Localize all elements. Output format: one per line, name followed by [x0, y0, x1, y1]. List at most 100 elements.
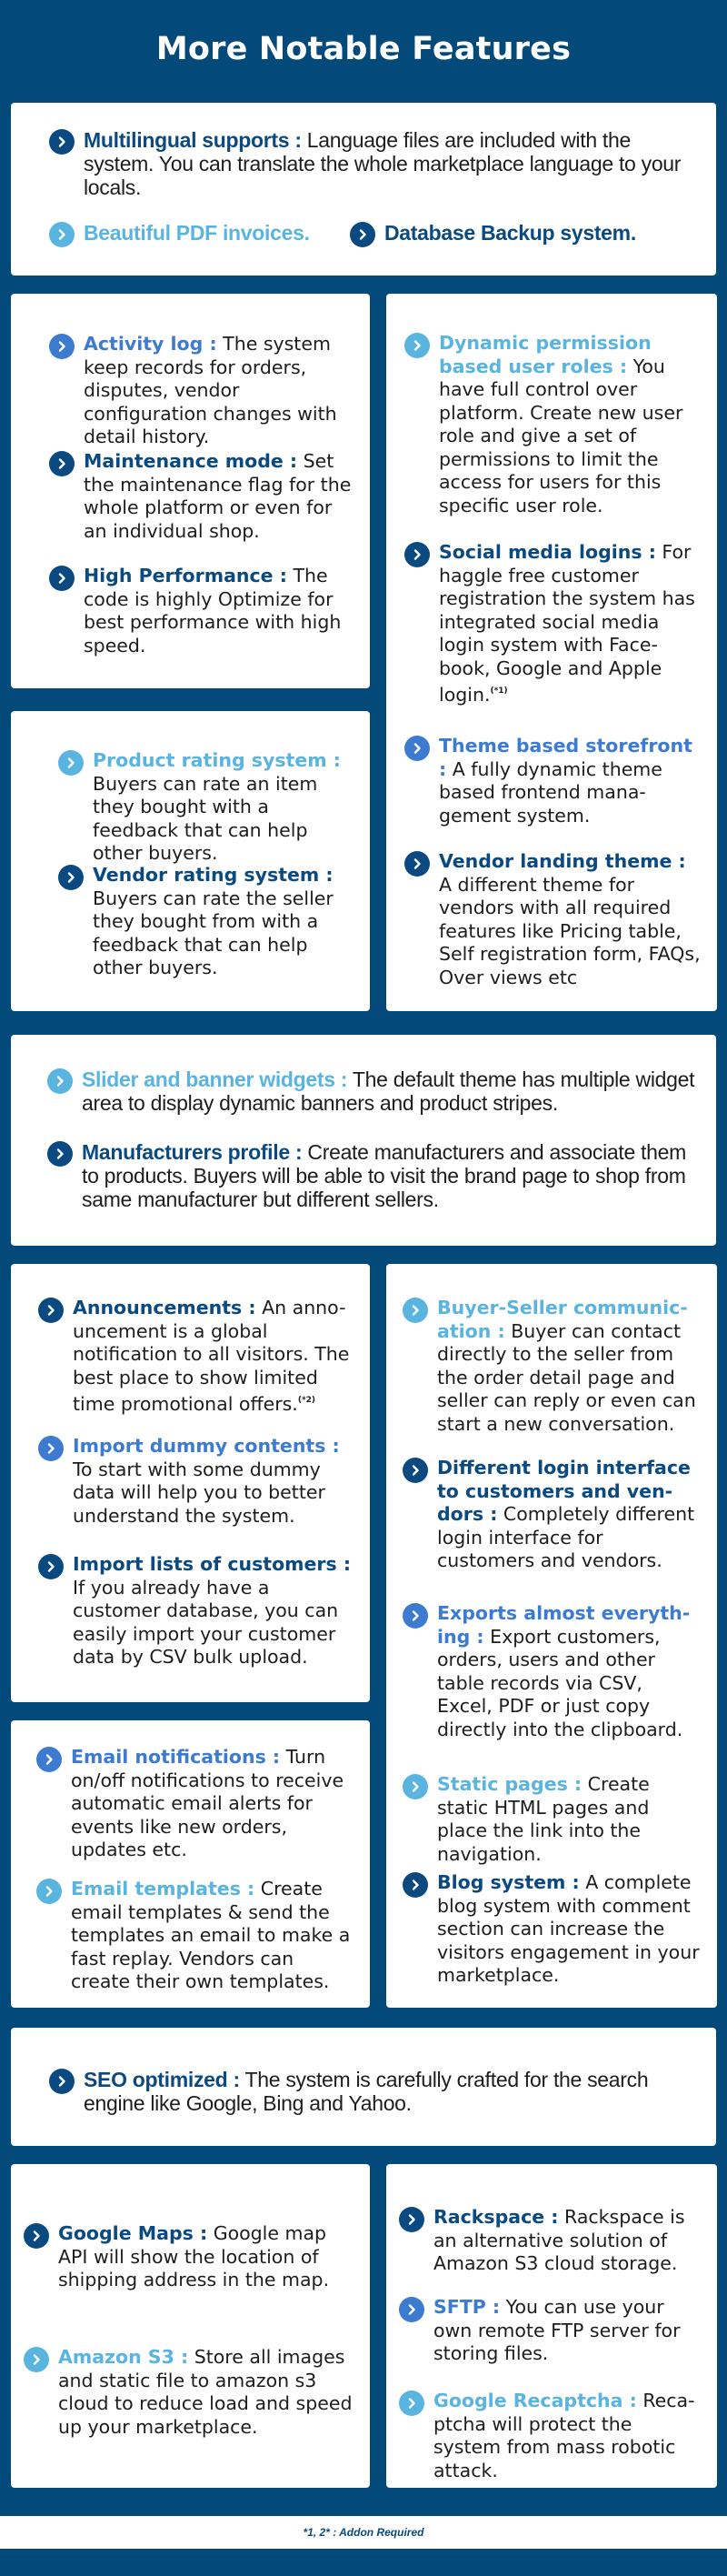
feature-heading: Static pages : [437, 1773, 583, 1795]
feature-heading: Blog system : [437, 1871, 580, 1893]
feature-heading: SFTP : [433, 2296, 501, 2318]
card-storage: Google Maps : Google map API will show t… [11, 2164, 370, 2488]
feature-heading: Database Backup system. [384, 221, 636, 245]
feature-text: Buyers can rate the seller they bought f… [93, 887, 334, 979]
feature-heading: Import dummy contents : [73, 1435, 340, 1457]
feature-heading: Google Maps : [58, 2222, 208, 2244]
chevron-right-circle-icon [47, 1068, 73, 1094]
feature-item: Import lists of customers : If you alrea… [38, 1553, 354, 1669]
feature-item: Import dummy contents : To start with so… [38, 1435, 354, 1528]
addon-note: *1, 2* : Addon Required [303, 2526, 424, 2539]
footer-note-bar: *1, 2* : Addon Required [0, 2516, 727, 2549]
feature-item: Product rating system : Buyers can rate … [58, 749, 354, 866]
feature-heading: High Performance : [84, 565, 287, 586]
feature-item: Maintenance mode : Set the maintenance f… [49, 450, 354, 543]
card-cloud: Rackspace : Rackspace is an alternative … [386, 2164, 717, 2488]
chevron-right-circle-icon [38, 1436, 64, 1461]
feature-item: Rackspace : Rackspace is an alternative … [399, 2206, 701, 2276]
chevron-right-circle-icon [24, 2223, 49, 2249]
feature-text: Buyers can rate an item they bought with… [93, 772, 318, 865]
chevron-right-circle-icon [36, 1879, 62, 1904]
feature-item: Email notifications : Turn on/off notifi… [36, 1746, 354, 1862]
feature-item: Buyer-Seller communic-ation : Buyer can … [403, 1297, 701, 1436]
chevron-right-circle-icon [49, 451, 75, 476]
card-email: Email notifications : Turn on/off notifi… [11, 1720, 370, 2008]
chevron-right-circle-icon [49, 334, 75, 359]
feature-heading: Email templates : [71, 1878, 255, 1899]
chevron-right-circle-icon [399, 2297, 424, 2322]
feature-item: SEO optimized : The system is carefully … [49, 2068, 700, 2115]
chevron-right-circle-icon [404, 542, 430, 567]
chevron-right-circle-icon [404, 333, 430, 358]
feature-heading: Product rating system : [93, 749, 341, 771]
card-widgets: Slider and banner widgets : The default … [11, 1035, 716, 1246]
feature-multilingual: Multilingual supports : Language files a… [49, 128, 685, 199]
feature-heading: Multilingual supports : [84, 128, 302, 152]
feature-item: Vendor landing theme : A different theme… [404, 850, 701, 989]
feature-item: Different login interface to customers a… [403, 1457, 701, 1573]
feature-heading: Maintenance mode : [84, 450, 298, 472]
card-roles: Dynamic permission based user roles : Yo… [386, 294, 717, 1011]
chevron-right-circle-icon [58, 865, 84, 890]
chevron-right-circle-icon [36, 1747, 62, 1772]
feature-heading: Import lists of customers : [73, 1553, 352, 1575]
feature-heading: Manufacturers profile : [82, 1140, 303, 1164]
feature-item: Google Maps : Google map API will show t… [24, 2222, 354, 2292]
feature-heading: Email notifications : [71, 1746, 281, 1768]
chevron-right-circle-icon [350, 222, 375, 247]
chevron-right-circle-icon [403, 1298, 428, 1323]
chevron-right-circle-icon [38, 1298, 64, 1323]
feature-text: A fully dynamic theme based frontend man… [439, 757, 662, 827]
feature-heading: Social media logins : [439, 541, 656, 563]
feature-item: Theme based storefront : A fully dynamic… [404, 735, 701, 827]
feature-item: Announcements : An anno-uncement is a gl… [38, 1297, 354, 1417]
feature-item: Dynamic permission based user roles : Yo… [404, 332, 701, 517]
feature-item: Vendor rating system : Buyers can rate t… [58, 864, 354, 980]
feature-text: You have full control over platform. Cre… [439, 355, 683, 516]
chevron-right-circle-icon [47, 1141, 73, 1167]
page-title: More Notable Features [155, 31, 572, 67]
feature-item: Social media logins : For haggle free cu… [404, 541, 701, 707]
feature-item: Amazon S3 : Store all images and static … [24, 2346, 354, 2439]
chevron-right-circle-icon [49, 2069, 75, 2094]
chevron-right-circle-icon [399, 2207, 424, 2232]
chevron-right-circle-icon [49, 222, 75, 247]
feature-item: Slider and banner widgets : The default … [47, 1067, 700, 1115]
feature-heading: SEO optimized : [84, 2068, 240, 2091]
chevron-right-circle-icon [49, 129, 75, 155]
feature-item: SFTP : You can use your own remote FTP s… [399, 2296, 701, 2366]
card-multilingual: Multilingual supports : Language files a… [11, 103, 716, 276]
feature-item: Email templates : Create email templates… [36, 1878, 354, 1994]
feature-heading: Slider and banner widgets : [82, 1067, 348, 1091]
feature-text: For haggle free customer registration th… [439, 541, 695, 706]
feature-item: Google Recaptcha : Reca-ptcha will prote… [399, 2390, 701, 2482]
addon-footnote-mark: (*1) [490, 687, 508, 696]
features-page: More Notable Features Multilingual suppo… [0, 0, 727, 2576]
feature-item: Activity log : The system keep records f… [49, 333, 354, 449]
feature-text: To start with some dummy data will help … [73, 1458, 325, 1527]
feature-heading: Beautiful PDF invoices. [84, 221, 310, 245]
chevron-right-circle-icon [49, 566, 75, 591]
addon-footnote-mark: (*2) [297, 1396, 316, 1405]
card-activity: Activity log : The system keep records f… [11, 294, 370, 688]
feature-heading: Google Recaptcha : [433, 2390, 637, 2411]
card-announcements: Announcements : An anno-uncement is a gl… [11, 1264, 370, 1702]
card-seo: SEO optimized : The system is carefully … [11, 2028, 716, 2146]
feature-item: Static pages : Create static HTML pages … [403, 1773, 701, 1866]
chevron-right-circle-icon [38, 1554, 64, 1579]
chevron-right-circle-icon [403, 1603, 428, 1629]
feature-heading: Activity log : [84, 333, 217, 355]
feature-text: If you already have a customer database,… [73, 1576, 339, 1669]
chevron-right-circle-icon [403, 1872, 428, 1898]
feature-heading: Rackspace : [433, 2206, 559, 2228]
feature-database-backup: Database Backup system. [350, 221, 636, 247]
feature-item: Manufacturers profile : Create manufactu… [47, 1140, 700, 1211]
feature-heading: Dynamic permission based user roles : [439, 332, 652, 377]
chevron-right-circle-icon [404, 736, 430, 761]
chevron-right-circle-icon [403, 1774, 428, 1799]
chevron-right-circle-icon [58, 750, 84, 776]
chevron-right-circle-icon [403, 1458, 428, 1483]
feature-heading: Amazon S3 : [58, 2346, 189, 2368]
feature-text: A different theme for vendors with all r… [439, 873, 701, 988]
card-ratings: Product rating system : Buyers can rate … [11, 711, 370, 1011]
